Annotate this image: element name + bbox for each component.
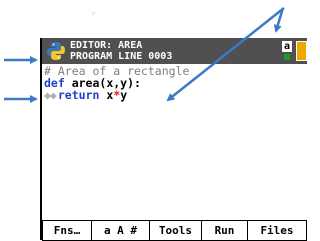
code-line-3[interactable]: ◆◆ return x*y — [44, 89, 306, 101]
softkey-bar: Fns… a A # Tools Run Files — [42, 220, 307, 241]
program-line-indicator: PROGRAM LINE 0003 — [70, 51, 173, 62]
softkey-files[interactable]: Files — [248, 221, 307, 241]
softkey-run[interactable]: Run — [202, 221, 248, 241]
keyword-return: return — [57, 88, 100, 102]
title-bar: EDITOR: AREA PROGRAM LINE 0003 a — [42, 38, 307, 64]
operand-x: x — [99, 88, 114, 102]
code-editor[interactable]: # Area of a rectangle def area(x,y): ◆◆ r… — [44, 65, 306, 215]
calculator-window: EDITOR: AREA PROGRAM LINE 0003 a # Area … — [40, 38, 307, 241]
softkey-alpha[interactable]: a A # — [92, 221, 150, 241]
indent-marker: ◆◆ — [44, 88, 57, 102]
softkey-fns[interactable]: Fns… — [42, 221, 92, 241]
screen: ⌄ EDITOR: AREA PROGRAM LINE 0003 a # Are… — [0, 0, 307, 241]
editor-title: EDITOR: AREA — [70, 40, 143, 51]
chevron-down-icon: ⌄ — [90, 4, 97, 17]
softkey-tools[interactable]: Tools — [150, 221, 202, 241]
arrow-to-status — [273, 7, 285, 33]
battery-icon — [296, 41, 307, 61]
alpha-mode-badge: a — [282, 41, 292, 52]
mode-status-dot — [284, 54, 290, 60]
operand-y: y — [120, 88, 128, 102]
python-logo-icon — [47, 42, 65, 60]
